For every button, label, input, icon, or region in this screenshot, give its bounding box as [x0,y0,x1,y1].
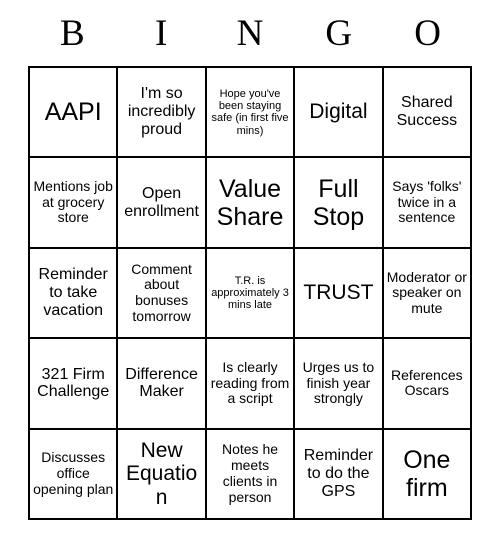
bingo-cell[interactable]: Hope you've been staying safe (in first … [206,68,296,159]
bingo-cell-label: Says 'folks' twice in a sentence [392,178,462,226]
bingo-cell[interactable]: Digital [295,68,384,159]
bingo-cell-label: TRUST [303,281,374,305]
bingo-cell-label: Shared Success [396,94,458,130]
bingo-cell-label: Comment about bonuses tomorrow [131,260,192,324]
bingo-cell[interactable]: One firm [383,429,473,521]
bingo-cell[interactable]: Open enrollment [118,158,207,249]
bingo-cell-label: 321 Firm Challenge [37,365,110,401]
bingo-cell-label: Digital [309,100,368,124]
bingo-cell-label: Notes he meets clients in person [221,441,279,505]
bingo-cell-label: Full Stop [312,174,365,231]
bingo-cell[interactable]: References Oscars [383,339,473,430]
bingo-cell[interactable]: Mentions job at grocery store [30,158,119,249]
bingo-header-letter-n: N [236,12,264,54]
bingo-cell[interactable]: I'm so incredibly proud [118,68,207,159]
bingo-cell[interactable]: Comment about bonuses tomorrow [118,248,207,340]
bingo-cell-label: Mentions job at grocery store [33,178,113,226]
bingo-cell-label: Hope you've been staying safe (in first … [211,87,289,137]
bingo-cell[interactable]: Notes he meets clients in person [206,429,296,521]
bingo-row: Reminder to take vacation Comment about … [30,248,473,340]
bingo-row: AAPI I'm so incredibly proud Hope you've… [30,68,473,159]
bingo-cell-label: New Equation [125,438,198,509]
bingo-cell[interactable]: 321 Firm Challenge [30,339,119,430]
bingo-header-letter-o: O [414,12,441,54]
bingo-cell-label: Reminder to do the GPS [303,446,374,500]
bingo-row: Discusses office opening plan New Equati… [30,429,473,521]
bingo-row: 321 Firm Challenge Difference Maker Is c… [30,339,473,430]
bingo-cell[interactable]: Reminder to take vacation [30,248,119,340]
bingo-header-letter-g: G [325,12,353,54]
bingo-card: B I N G O AAPI I'm so incredibly proud H… [0,0,500,544]
bingo-cell-label: One firm [403,445,451,502]
bingo-cell[interactable]: Full Stop [295,158,384,249]
bingo-cell[interactable]: Moderator or speaker on mute [383,248,473,340]
bingo-cell[interactable]: Says 'folks' twice in a sentence [383,158,473,249]
bingo-cell-label: References Oscars [391,366,463,399]
bingo-cell[interactable]: New Equation [118,429,207,521]
bingo-cell[interactable]: Discusses office opening plan [30,429,119,521]
bingo-cell-label: Reminder to take vacation [38,266,108,319]
bingo-cell-label: I'm so incredibly proud [127,85,196,139]
bingo-cell[interactable]: Reminder to do the GPS [295,429,384,521]
bingo-cell[interactable]: Urges us to finish year strongly [295,339,384,430]
bingo-cell-label: AAPI [44,98,102,127]
bingo-header-letter-b: B [60,12,85,54]
bingo-cell[interactable]: Shared Success [383,68,473,159]
bingo-cell-label: Open enrollment [124,184,199,220]
bingo-cell-label: Difference Maker [125,365,198,401]
bingo-cell[interactable]: AAPI [30,68,119,159]
bingo-cell-label: Discusses office opening plan [33,449,114,497]
bingo-cell-label: Value Share [216,174,284,231]
bingo-cell-label: T.R. is approximately 3 mins late [211,274,289,312]
bingo-header: B I N G O [0,0,500,66]
bingo-header-letter-i: I [155,12,168,54]
bingo-cell[interactable]: Value Share [206,158,296,249]
bingo-cell[interactable]: T.R. is approximately 3 mins late [206,248,296,340]
bingo-cell-label: Urges us to finish year strongly [302,358,375,407]
bingo-cell-label: Is clearly reading from a script [210,358,290,407]
bingo-cell[interactable]: TRUST [295,248,384,340]
bingo-cell[interactable]: Is clearly reading from a script [206,339,296,430]
bingo-grid: AAPI I'm so incredibly proud Hope you've… [28,66,473,521]
bingo-cell[interactable]: Difference Maker [118,339,207,430]
bingo-cell-label: Moderator or speaker on mute [386,268,467,316]
bingo-row: Mentions job at grocery store Open enrol… [30,158,473,249]
